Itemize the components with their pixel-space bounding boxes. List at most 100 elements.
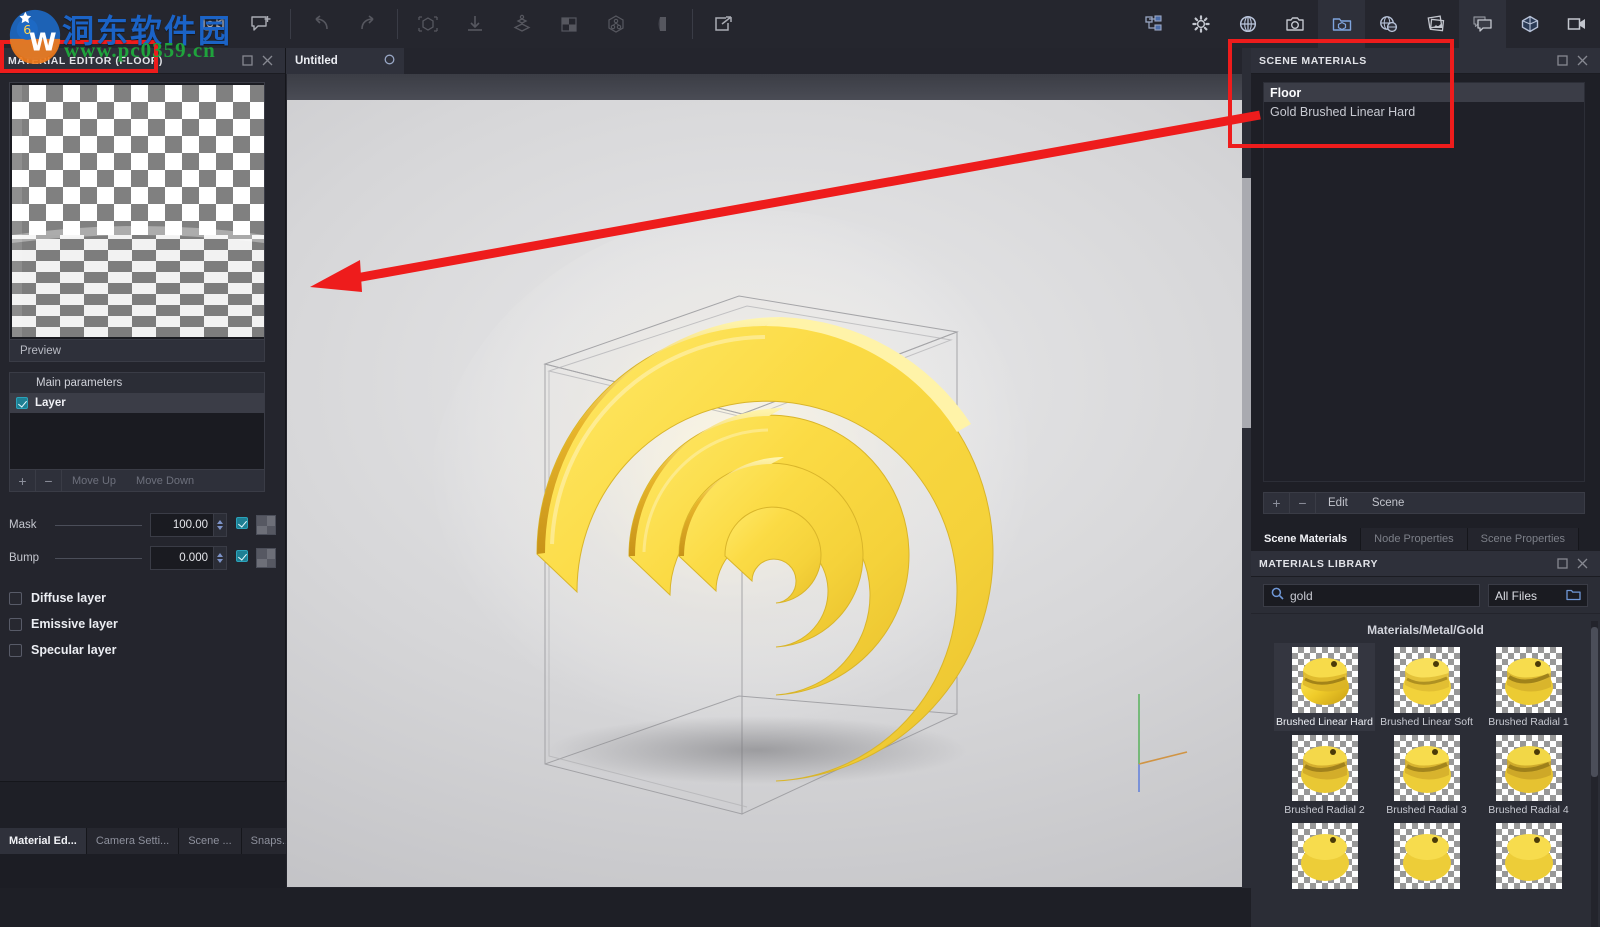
mask-value[interactable]: 100.00	[150, 513, 214, 537]
textures-icon[interactable]	[1412, 0, 1459, 48]
diffuse-layer-checkbox[interactable]	[9, 592, 22, 605]
undo-icon[interactable]	[297, 0, 344, 48]
search-input[interactable]: gold	[1263, 584, 1480, 607]
material-thumb-brushed-radial-1[interactable]: Brushed Radial 1	[1478, 643, 1579, 731]
application-window: 6 W 洞东软件园 www.pc0359.cn MATERIAL EDITOR …	[0, 0, 1600, 927]
edit-material-button[interactable]: Edit	[1316, 493, 1360, 513]
materials-grid-container[interactable]: Materials/Metal/Gold	[1251, 614, 1600, 927]
material-thumb-row3-2[interactable]	[1376, 819, 1477, 895]
move-down-button[interactable]: Move Down	[126, 470, 204, 492]
add-material-button[interactable]: +	[1264, 493, 1290, 513]
emissive-layer-toggle[interactable]: Emissive layer	[9, 611, 276, 637]
scene-material-item-floor[interactable]: Floor	[1264, 83, 1584, 102]
layer-label: Layer	[35, 397, 66, 409]
maximize-icon[interactable]	[1552, 554, 1572, 574]
material-thumb-row3-3[interactable]	[1478, 819, 1579, 895]
bump-enable-checkbox[interactable]	[236, 550, 248, 562]
move-up-button[interactable]: Move Up	[62, 470, 126, 492]
material-thumb-brushed-radial-2[interactable]: Brushed Radial 2	[1274, 731, 1375, 819]
viewport-tab-label: Untitled	[295, 55, 378, 67]
bump-stepper[interactable]	[214, 546, 227, 570]
tab-camera-settings[interactable]: Camera Setti...	[87, 828, 179, 854]
gold-material-preview-icon	[1292, 735, 1358, 801]
redo-icon[interactable]	[344, 0, 391, 48]
scene-materials-list[interactable]: Floor Gold Brushed Linear Hard	[1263, 82, 1585, 482]
camera-icon[interactable]	[1271, 0, 1318, 48]
tab-scene-materials[interactable]: Scene Materials	[1251, 528, 1361, 550]
close-icon[interactable]	[1572, 51, 1592, 71]
environment-icon[interactable]	[1224, 0, 1271, 48]
bump-slider[interactable]	[55, 558, 142, 559]
tab-material-editor[interactable]: Material Ed...	[0, 828, 87, 854]
material-thumb-brushed-linear-hard[interactable]: Brushed Linear Hard	[1274, 643, 1375, 731]
layer-toggle-group: Diffuse layer Emissive layer Specular la…	[0, 585, 285, 663]
gold-material-preview-icon	[1496, 647, 1562, 713]
right-dock-scrollbar[interactable]	[1242, 48, 1251, 927]
drop-to-floor-icon[interactable]	[451, 0, 498, 48]
add-layer-button[interactable]: +	[10, 470, 36, 492]
align-icon[interactable]	[498, 0, 545, 48]
tab-scene[interactable]: Scene ...	[179, 828, 241, 854]
maximize-icon[interactable]	[1552, 51, 1572, 71]
materials-grid-scrollbar[interactable]	[1591, 621, 1598, 927]
maximize-icon[interactable]	[237, 51, 257, 71]
material-thumbnail	[1394, 823, 1460, 889]
export-icon[interactable]	[699, 0, 746, 48]
circle-icon[interactable]	[384, 52, 395, 70]
extrude-icon[interactable]	[639, 0, 686, 48]
node-graph-icon[interactable]	[592, 0, 639, 48]
scrollbar-thumb[interactable]	[1591, 627, 1598, 777]
notes-icon[interactable]	[1459, 0, 1506, 48]
scene-materials-footer: + − Edit Scene	[1263, 492, 1585, 514]
scene-button[interactable]: Scene	[1360, 493, 1417, 513]
material-thumb-row3-1[interactable]	[1274, 819, 1375, 895]
layer-checkbox[interactable]	[16, 397, 28, 409]
cube-icon[interactable]	[1506, 0, 1553, 48]
hierarchy-icon[interactable]	[1130, 0, 1177, 48]
remove-layer-button[interactable]: −	[36, 470, 62, 492]
close-icon[interactable]	[257, 51, 277, 71]
remove-material-button[interactable]: −	[1290, 493, 1316, 513]
mask-enable-checkbox[interactable]	[236, 517, 248, 529]
viewport-3d-canvas[interactable]	[287, 74, 1250, 887]
materials-library-icon[interactable]	[1365, 0, 1412, 48]
mask-slider[interactable]	[55, 525, 142, 526]
mask-stepper[interactable]	[214, 513, 227, 537]
specular-layer-checkbox[interactable]	[9, 644, 22, 657]
shapes-library-icon[interactable]	[1318, 0, 1365, 48]
material-thumb-brushed-linear-soft[interactable]: Brushed Linear Soft	[1376, 643, 1477, 731]
emissive-layer-checkbox[interactable]	[9, 618, 22, 631]
bump-value[interactable]: 0.000	[150, 546, 214, 570]
right-dock: SCENE MATERIALS Floor Gold Brushed Linea…	[1251, 48, 1600, 927]
checker-icon[interactable]	[545, 0, 592, 48]
camera-settings-icon[interactable]	[190, 0, 237, 48]
gold-material-preview-icon	[1496, 735, 1562, 801]
material-thumb-brushed-radial-3[interactable]: Brushed Radial 3	[1376, 731, 1477, 819]
tab-scene-properties[interactable]: Scene Properties	[1468, 528, 1579, 550]
layer-row[interactable]: Layer	[10, 393, 264, 413]
material-thumbnail	[1496, 823, 1562, 889]
bump-texture-swatch[interactable]	[256, 548, 276, 568]
mask-texture-swatch[interactable]	[256, 515, 276, 535]
file-filter-dropdown[interactable]: All Files	[1488, 584, 1588, 607]
material-thumb-brushed-radial-4[interactable]: Brushed Radial 4	[1478, 731, 1579, 819]
bounding-box-icon[interactable]	[404, 0, 451, 48]
gear-icon[interactable]	[1177, 0, 1224, 48]
scrollbar-thumb[interactable]	[1242, 178, 1251, 428]
top-toolbar	[0, 0, 1600, 48]
gold-material-preview-icon	[1394, 823, 1460, 889]
diffuse-layer-toggle[interactable]: Diffuse layer	[9, 585, 276, 611]
toolbar-separator	[290, 9, 291, 39]
layers-footer: + − Move Up Move Down	[10, 469, 264, 491]
material-preview-box[interactable]: Preview	[9, 82, 265, 362]
add-note-icon[interactable]	[237, 0, 284, 48]
viewport-tab-untitled[interactable]: Untitled	[286, 48, 404, 74]
materials-library-panel: MATERIALS LIBRARY gold	[1251, 551, 1600, 927]
specular-layer-toggle[interactable]: Specular layer	[9, 637, 276, 663]
render-icon[interactable]	[1553, 0, 1600, 48]
tab-node-properties[interactable]: Node Properties	[1361, 528, 1468, 550]
close-icon[interactable]	[1572, 554, 1592, 574]
materials-library-title: MATERIALS LIBRARY	[1259, 558, 1552, 570]
search-input-value: gold	[1290, 589, 1313, 603]
scene-material-item-gold[interactable]: Gold Brushed Linear Hard	[1264, 102, 1584, 121]
